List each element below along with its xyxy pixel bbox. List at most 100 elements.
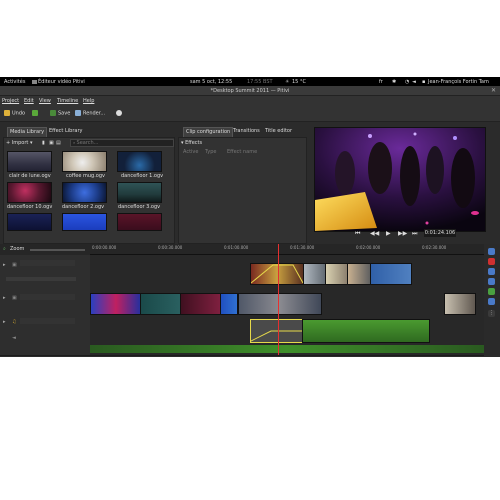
remove-icon[interactable]: ▮ [42, 140, 45, 146]
ungroup-icon[interactable] [488, 278, 495, 285]
timecode-display[interactable]: 0:01:24.106 [424, 229, 456, 237]
menu-view[interactable]: View [39, 98, 51, 104]
timeline-track-video-1[interactable] [90, 255, 484, 292]
timeline-clip[interactable] [140, 293, 182, 315]
media-thumb[interactable] [117, 213, 162, 231]
media-thumb[interactable] [7, 213, 52, 231]
user-icon[interactable]: ▪ [422, 79, 425, 85]
window-title: *Desktop Summit 2011 — Pitivi [210, 88, 290, 94]
weather-icon: ☀ [285, 79, 290, 85]
track-name-field[interactable] [20, 318, 75, 324]
timeline-clip[interactable] [238, 293, 322, 315]
redo-icon [32, 110, 38, 116]
media-thumb-coffee-mug[interactable] [62, 151, 107, 172]
search-input[interactable]: ⌕ Search... [70, 139, 174, 147]
split-icon[interactable] [488, 248, 495, 255]
tab-effect-library[interactable]: Effect Library [47, 127, 84, 137]
track-expand-icon[interactable]: ▸ [3, 319, 6, 325]
render-button[interactable]: Render... [75, 110, 105, 117]
activities-button[interactable]: Activités [4, 79, 25, 85]
menu-help[interactable]: Help [83, 98, 94, 104]
network-icon[interactable]: ◔ [405, 79, 409, 85]
audio-track-strip[interactable] [90, 345, 484, 353]
playhead[interactable] [278, 244, 279, 355]
video-viewer[interactable] [314, 127, 486, 232]
track-header-video-2[interactable]: ▸ ▣ [0, 291, 90, 316]
rewind-button[interactable]: ◀◀ [370, 230, 379, 237]
timeline-clip[interactable] [370, 263, 412, 285]
align-icon[interactable] [488, 288, 495, 295]
volume-icon[interactable]: ◄ [412, 79, 416, 85]
timeline-ruler[interactable]: 0:00:00.000 0:00:30.000 0:01:00.000 0:01… [90, 244, 484, 255]
camera-icon: ▣ [12, 262, 17, 268]
track-expand-icon[interactable]: ▸ [3, 295, 6, 301]
menu-edit[interactable]: Edit [24, 98, 34, 104]
ruler-tick: 0:00:30.000 [158, 245, 183, 250]
timeline-track-video-2[interactable] [90, 291, 484, 316]
more-icon[interactable]: ⋮ [488, 310, 495, 317]
timeline-clip[interactable] [220, 293, 238, 315]
media-thumb-dancefloor-2[interactable] [62, 182, 107, 203]
forward-button[interactable]: ▶▶ [398, 230, 407, 237]
clock-secondary: 17:55 BST [247, 79, 273, 85]
timeline-clip[interactable] [303, 263, 327, 285]
track-header-audio[interactable]: ▸ ♫ ◄ [0, 315, 90, 356]
timeline-clip[interactable] [180, 293, 222, 315]
timeline-clip[interactable] [444, 293, 476, 315]
bluetooth-icon[interactable]: ✱ [392, 79, 396, 85]
play-button[interactable]: ▶ [386, 230, 391, 237]
user-name[interactable]: Jean-François Fortin Tam [428, 79, 489, 85]
media-thumb[interactable] [62, 213, 107, 231]
delete-icon[interactable] [488, 258, 495, 265]
zoom-label: Zoom [10, 246, 25, 252]
media-thumb-dancefloor-3[interactable] [117, 182, 162, 203]
timeline-side-toolbar: ⋮ [484, 244, 500, 355]
skip-forward-button[interactable]: ⏭ [412, 230, 417, 238]
track-expand-icon[interactable]: ▸ [3, 262, 6, 268]
timeline-track-audio[interactable] [90, 315, 484, 356]
media-label: clair de lune.ogv [9, 173, 51, 179]
menu-project[interactable]: Project [2, 98, 19, 104]
save-button[interactable]: Save [50, 110, 70, 117]
effects-col-name: Effect name [227, 149, 258, 155]
zoom-slider[interactable] [30, 249, 85, 251]
audio-clip[interactable] [302, 319, 430, 343]
menu-timeline[interactable]: Timeline [57, 98, 78, 104]
media-thumb-dancefloor-1[interactable] [117, 151, 162, 172]
tab-title-editor[interactable]: Title editor [263, 127, 294, 137]
track-name-field[interactable] [20, 294, 75, 300]
timeline-clip[interactable] [325, 263, 349, 285]
undo-button[interactable]: Undo [4, 110, 25, 117]
zoom-icon: ⌕ [3, 246, 6, 252]
clock[interactable]: sam 5 oct, 12:55 [190, 79, 232, 85]
audio-clip-selected[interactable] [250, 319, 304, 343]
track-name-field[interactable] [20, 260, 75, 266]
save-icon [50, 110, 56, 116]
main-toolbar: Undo Save Render... [0, 105, 500, 122]
clip-configuration-panel: ▾ Effects Active Type Effect name [178, 137, 307, 244]
audio-icon: ♫ [12, 319, 17, 325]
preview-icon[interactable]: ▤ [56, 140, 61, 146]
group-icon[interactable] [488, 268, 495, 275]
ruler-tick: 0:00:00.000 [92, 245, 117, 250]
import-button[interactable]: + Import ▾ [6, 140, 33, 146]
ruler-tick: 0:01:30.000 [290, 245, 315, 250]
fullscreen-button[interactable] [116, 110, 124, 117]
timeline-clip[interactable] [347, 263, 371, 285]
close-icon[interactable]: ✕ [491, 87, 496, 94]
redo-button[interactable] [32, 110, 40, 117]
tab-transitions[interactable]: Transitions [231, 127, 262, 137]
timeline-clip[interactable] [250, 263, 304, 285]
language-indicator[interactable]: fr [379, 79, 383, 85]
timeline-clip[interactable] [90, 293, 142, 315]
track-opacity-slider[interactable] [6, 277, 76, 281]
media-thumb-dancefloor-10[interactable] [7, 182, 52, 203]
track-header-video-1[interactable]: ▸ ▣ [0, 255, 90, 292]
keyframe-icon[interactable] [488, 298, 495, 305]
effects-header[interactable]: ▾ Effects [181, 140, 202, 146]
media-thumb-clair-de-lune[interactable] [7, 151, 52, 172]
effects-col-active: Active [183, 149, 199, 155]
app-menu[interactable]: Éditeur vidéo Pitivi [32, 79, 85, 85]
skip-back-button[interactable]: ⏮ [355, 230, 360, 238]
properties-icon[interactable]: ▣ [49, 140, 54, 146]
